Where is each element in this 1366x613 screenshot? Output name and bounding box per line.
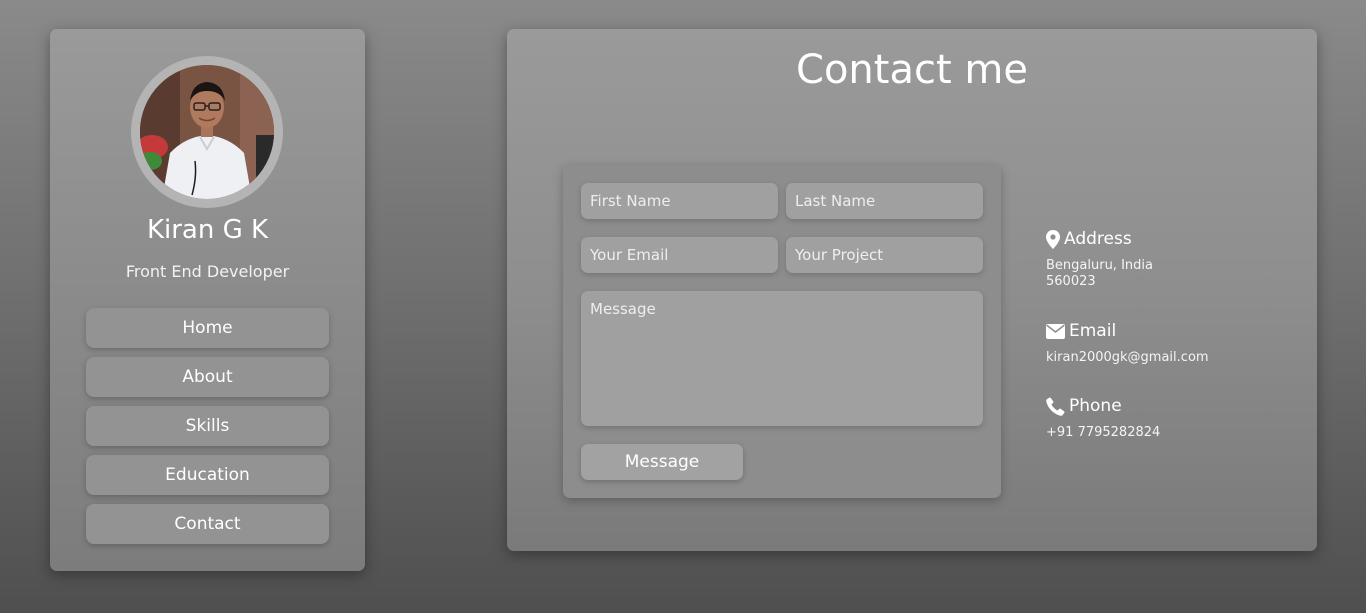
envelope-icon	[1046, 323, 1065, 339]
email-heading-row: Email	[1046, 320, 1306, 342]
project-input[interactable]	[786, 237, 983, 273]
nav-item-contact[interactable]: Contact	[86, 504, 329, 544]
first-name-input[interactable]	[581, 183, 778, 219]
message-textarea[interactable]	[581, 291, 983, 426]
nav-item-about[interactable]: About	[86, 357, 329, 397]
address-block: Address Bengaluru, India 560023	[1046, 228, 1306, 290]
last-name-input[interactable]	[786, 183, 983, 219]
profile-role: Front End Developer	[125, 262, 290, 281]
phone-block: Phone +91 7795282824	[1046, 395, 1306, 441]
page-title: Contact me	[796, 47, 1028, 93]
address-heading-row: Address	[1046, 228, 1306, 250]
profile-card: Kiran G K Front End Developer Home About…	[50, 29, 365, 571]
email-value[interactable]: kiran2000gk@gmail.com	[1046, 350, 1306, 366]
profile-name: Kiran G K	[146, 215, 269, 245]
address-line-1: Bengaluru, India	[1046, 258, 1153, 273]
email-heading: Email	[1069, 321, 1117, 341]
address-heading: Address	[1064, 229, 1132, 249]
nav-item-skills[interactable]: Skills	[86, 406, 329, 446]
sidebar-nav: Home About Skills Education Contact	[86, 308, 329, 553]
phone-value[interactable]: +91 7795282824	[1046, 425, 1306, 441]
email-block: Email kiran2000gk@gmail.com	[1046, 320, 1306, 366]
nav-item-education[interactable]: Education	[86, 455, 329, 495]
address-text: Bengaluru, India 560023	[1046, 258, 1306, 290]
contact-panel: Contact me Message Address Bengaluru, In…	[507, 29, 1317, 551]
avatar-ring	[131, 56, 283, 208]
phone-heading: Phone	[1069, 396, 1122, 416]
send-message-button[interactable]: Message	[581, 444, 743, 480]
profile-photo	[140, 65, 274, 199]
email-input[interactable]	[581, 237, 778, 273]
contact-form: Message	[563, 165, 1001, 498]
address-line-2: 560023	[1046, 274, 1096, 289]
phone-heading-row: Phone	[1046, 395, 1306, 417]
map-marker-icon	[1046, 229, 1060, 249]
phone-icon	[1046, 396, 1065, 416]
nav-item-home[interactable]: Home	[86, 308, 329, 348]
avatar	[140, 65, 274, 199]
